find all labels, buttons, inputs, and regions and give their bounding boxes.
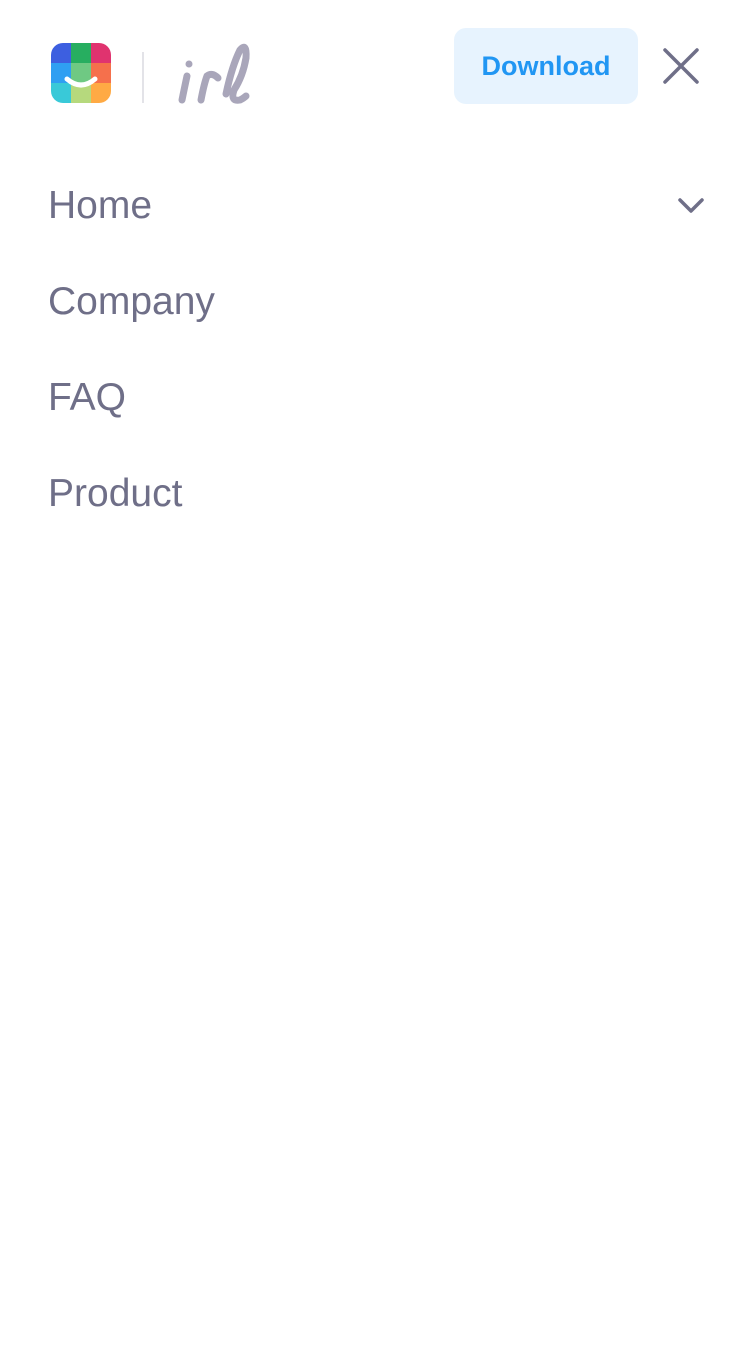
- nav-item-product[interactable]: Product: [0, 446, 750, 542]
- nav-item-label: Product: [48, 472, 183, 515]
- top-bar: irl Download: [0, 0, 750, 135]
- nav-item-label: Company: [48, 280, 215, 323]
- download-button[interactable]: Download: [454, 28, 638, 104]
- close-icon[interactable]: [659, 44, 703, 88]
- nav-item-label: FAQ: [48, 376, 127, 419]
- chevron-down-icon[interactable]: [676, 192, 706, 220]
- nav-menu: Home Company FAQ Product: [0, 158, 750, 542]
- app-logo-icon[interactable]: [51, 43, 111, 103]
- nav-item-company[interactable]: Company: [0, 254, 750, 350]
- nav-item-home[interactable]: Home: [0, 158, 750, 254]
- nav-item-faq[interactable]: FAQ: [0, 350, 750, 446]
- nav-item-label: Home: [48, 184, 153, 227]
- irl-wordmark-logo: irl: [178, 43, 250, 104]
- logo-divider: [142, 52, 144, 103]
